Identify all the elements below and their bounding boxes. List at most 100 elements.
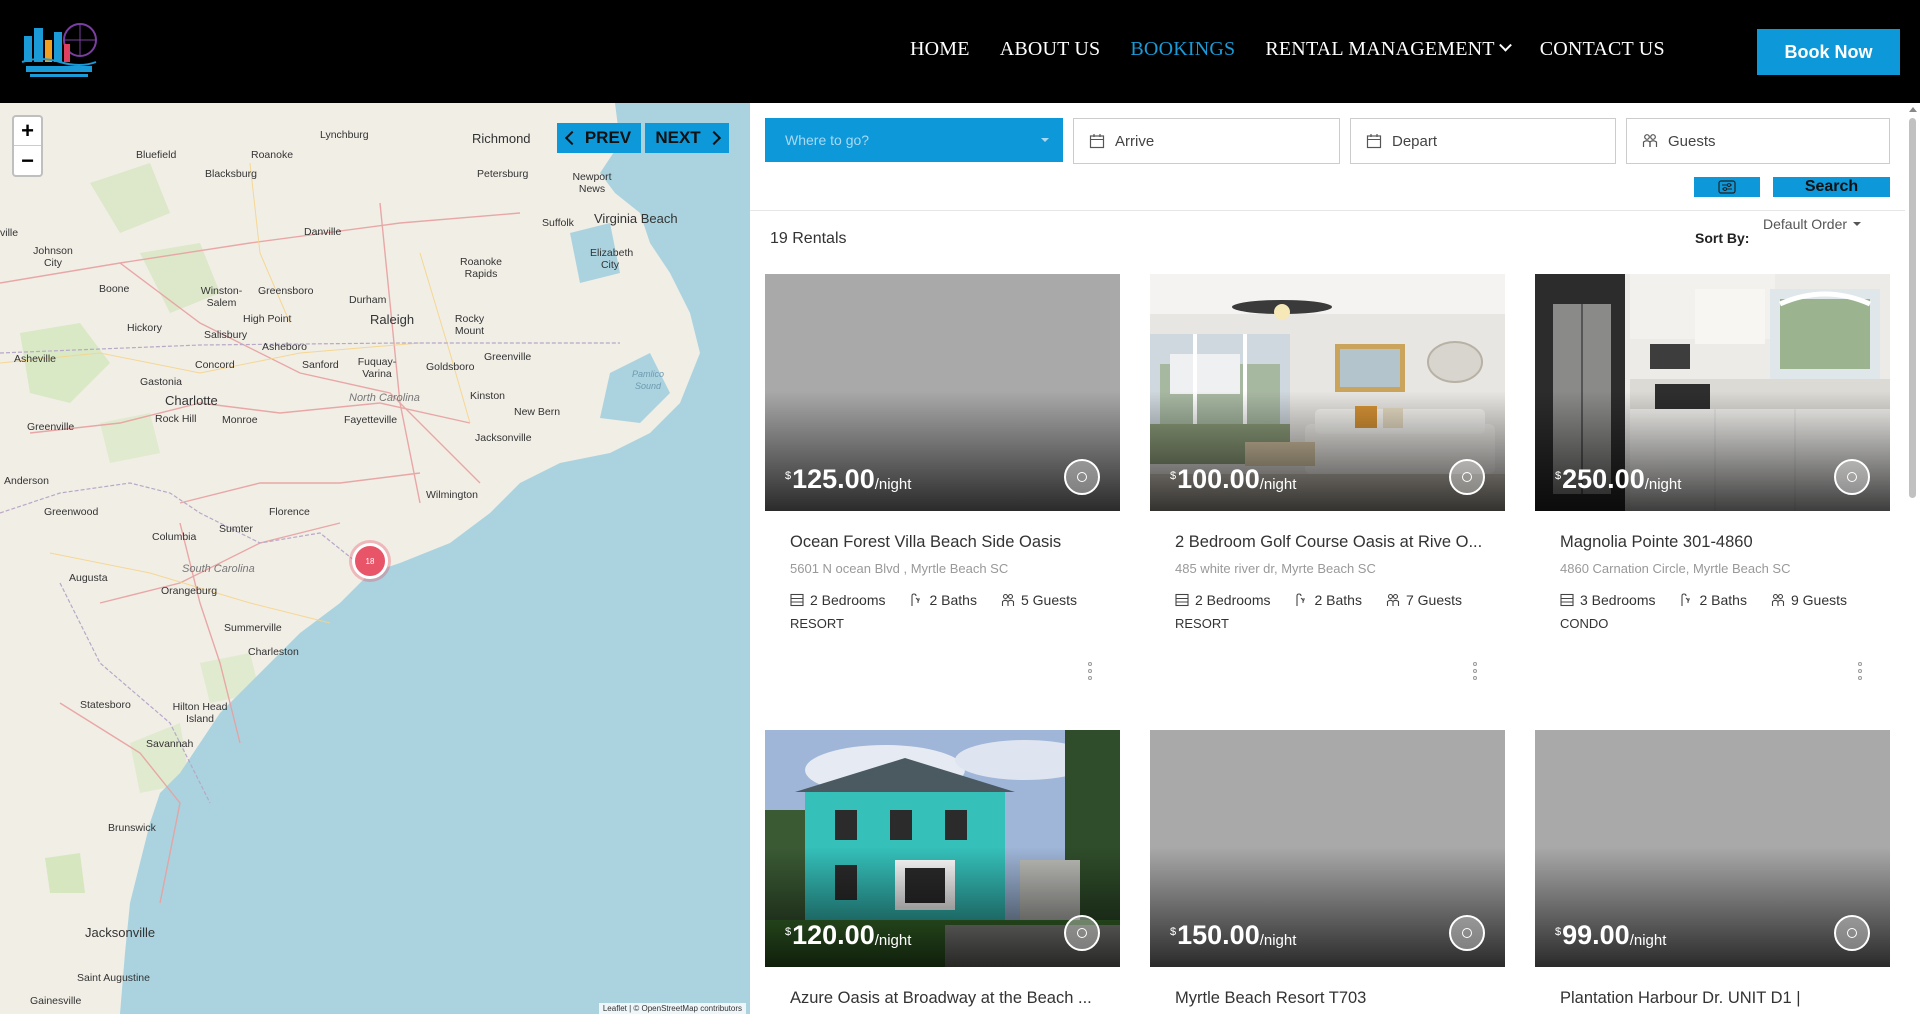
site-logo[interactable] (20, 22, 98, 82)
price-amount: 125.00 (792, 464, 875, 494)
map-prev-button[interactable]: PREV (557, 123, 641, 153)
arrive-field[interactable]: Arrive (1073, 118, 1340, 164)
price-currency: $ (785, 470, 792, 482)
host-avatar[interactable] (1834, 915, 1870, 951)
map-label-florence: Florence (269, 506, 310, 518)
listing-title[interactable]: Myrtle Beach Resort T703 (1175, 989, 1495, 1008)
listing-title[interactable]: 2 Bedroom Golf Course Oasis at Rive O... (1175, 533, 1495, 552)
map-label-new-bern: New Bern (514, 406, 561, 418)
listing-type: RESORT (790, 616, 844, 631)
map-label-pamlico-sound: Pamlico Sound (631, 369, 664, 391)
more-options-icon[interactable] (1088, 662, 1092, 680)
listing-image[interactable]: $ 120.00 /night (765, 730, 1120, 967)
bed-icon (1175, 593, 1189, 607)
map-label-petersburg: Petersburg (477, 168, 529, 180)
calendar-icon (1366, 134, 1382, 149)
map-label-greenville-sc: Greenville (27, 421, 75, 433)
map-label-suffolk: Suffolk (542, 217, 574, 229)
listing-image[interactable]: $ 100.00 /night (1150, 274, 1505, 511)
sort-by-label: Sort By: (1695, 230, 1750, 246)
listing-card[interactable]: $ 150.00 /night Myrtle Beach Resort T703 (1150, 730, 1505, 1008)
map-label-virginia-beach: Virginia Beach (594, 211, 678, 226)
nav-bookings[interactable]: BOOKINGS (1130, 38, 1235, 61)
page-scrollbar[interactable] (1905, 103, 1920, 1014)
map-prev-label: PREV (584, 128, 632, 147)
listing-bedrooms: 2 Bedrooms (1195, 592, 1271, 608)
listing-card[interactable]: $ 125.00 /night Ocean Forest Villa Beach… (765, 274, 1120, 680)
price-unit: /night (874, 476, 912, 493)
bed-icon (1560, 593, 1574, 607)
listing-card[interactable]: $ 120.00 /night Azure Oasis at Broadway … (765, 730, 1120, 1008)
listing-image[interactable]: $ 150.00 /night (1150, 730, 1505, 967)
zoom-in-button[interactable]: + (14, 117, 41, 146)
host-avatar[interactable] (1064, 459, 1100, 495)
listing-title[interactable]: Ocean Forest Villa Beach Side Oasis (790, 533, 1110, 552)
listing-type: CONDO (1560, 616, 1609, 631)
listing-image[interactable]: $ 99.00 /night (1535, 730, 1890, 967)
map-label-jacksonville-fl: Jacksonville (85, 925, 156, 940)
depart-field[interactable]: Depart (1350, 118, 1616, 164)
map-label-statesboro: Statesboro (80, 699, 131, 711)
map-label-saint-augustine: Saint Augustine (77, 972, 150, 984)
listing-card[interactable]: $ 100.00 /night 2 Bedroom Golf Course Oa… (1150, 274, 1505, 680)
user-icon (1077, 472, 1087, 482)
listing-title[interactable]: Azure Oasis at Broadway at the Beach ... (790, 989, 1110, 1008)
user-icon (1462, 928, 1472, 938)
price-unit: /night (1259, 476, 1297, 493)
map-label-johnson-city: Johnson City (33, 245, 73, 269)
nav-home[interactable]: HOME (910, 38, 970, 61)
map-label-bluefield: Bluefield (136, 149, 177, 161)
nav-about-us[interactable]: ABOUT US (1000, 38, 1101, 61)
map-panel[interactable]: Lynchburg Richmond Bluefield Roanoke Bla… (0, 103, 750, 1014)
listing-guests: 9 Guests (1790, 592, 1847, 608)
listing-price: $ 100.00 /night (1170, 464, 1296, 495)
map-label-durham: Durham (349, 294, 387, 306)
price-amount: 250.00 (1562, 464, 1645, 494)
map-label-summerville: Summerville (224, 622, 282, 634)
scrollbar-thumb[interactable] (1909, 118, 1916, 498)
host-avatar[interactable] (1449, 915, 1485, 951)
map-label-roanoke: Roanoke (251, 149, 294, 161)
map-label-anderson: Anderson (4, 475, 49, 487)
listing-card[interactable]: $ 99.00 /night Plantation Harbour Dr. UN… (1535, 730, 1890, 1008)
listing-title[interactable]: Plantation Harbour Dr. UNIT D1 | (1560, 989, 1880, 1008)
price-amount: 100.00 (1177, 464, 1260, 494)
advanced-filter-button[interactable] (1694, 177, 1760, 197)
where-select[interactable]: Where to go? (765, 118, 1063, 162)
host-avatar[interactable] (1834, 459, 1870, 495)
map-label-newport-news: Newport News (572, 171, 612, 195)
listing-baths: 2 Baths (929, 592, 977, 608)
map-label-raleigh: Raleigh (370, 312, 415, 327)
price-unit: /night (1644, 476, 1682, 493)
map-label-danville: Danville (304, 226, 342, 238)
more-options-icon[interactable] (1858, 662, 1862, 680)
map-cluster-marker[interactable]: 18 (352, 543, 388, 579)
host-avatar[interactable] (1064, 915, 1100, 951)
depart-placeholder: Depart (1392, 132, 1438, 150)
user-icon (1462, 472, 1472, 482)
map-zoom-control: + − (12, 115, 43, 177)
listing-image[interactable]: $ 125.00 /night (765, 274, 1120, 511)
more-options-icon[interactable] (1473, 662, 1477, 680)
map-next-button[interactable]: NEXT (645, 123, 729, 153)
listing-baths: 2 Baths (1314, 592, 1362, 608)
map-label-jacksonville-nc: Jacksonville (475, 432, 532, 444)
listing-card[interactable]: $ 250.00 /night Magnolia Pointe 301-4860… (1535, 274, 1890, 680)
nav-rental-management[interactable]: RENTAL MANAGEMENT (1265, 38, 1512, 61)
nav-contact-us[interactable]: CONTACT US (1540, 38, 1665, 61)
listing-type: RESORT (1175, 616, 1229, 631)
map-label-charleston: Charleston (248, 646, 299, 658)
map-label-augusta: Augusta (69, 572, 108, 584)
map-attribution[interactable]: Leaflet | © OpenStreetMap contributors (598, 1003, 746, 1014)
host-avatar[interactable] (1449, 459, 1485, 495)
sort-order-select[interactable]: Default Order (1763, 216, 1862, 232)
scroll-up-arrow-icon[interactable] (1909, 107, 1917, 112)
listing-title[interactable]: Magnolia Pointe 301-4860 (1560, 533, 1880, 552)
map-label-lynchburg: Lynchburg (320, 129, 369, 141)
book-now-button[interactable]: Book Now (1757, 29, 1900, 75)
search-button[interactable]: Search (1773, 177, 1890, 197)
listing-image[interactable]: $ 250.00 /night (1535, 274, 1890, 511)
zoom-out-button[interactable]: − (14, 146, 41, 175)
map-label-sumter: Sumter (219, 523, 253, 535)
guests-field[interactable]: Guests (1626, 118, 1890, 164)
